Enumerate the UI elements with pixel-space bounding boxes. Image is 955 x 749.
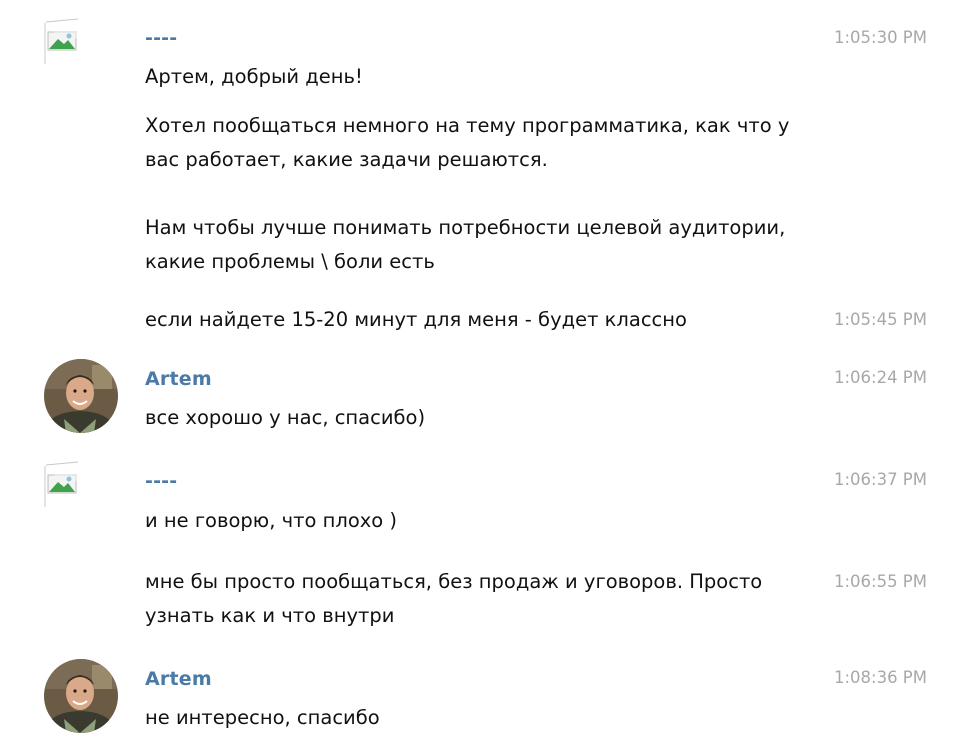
- message-timestamp: 1:06:24 PM: [833, 368, 927, 387]
- broken-image-icon[interactable]: [44, 461, 92, 509]
- message-timestamp: 1:08:36 PM: [833, 668, 927, 687]
- user-avatar[interactable]: [44, 359, 118, 433]
- sender-name[interactable]: ----: [145, 470, 177, 492]
- sender-name[interactable]: Artem: [145, 368, 212, 390]
- user-avatar[interactable]: [44, 659, 118, 733]
- broken-image-icon[interactable]: [44, 18, 92, 66]
- message-text: Хотел пообщаться немного на тему програм…: [145, 114, 790, 273]
- message-text: все хорошо у нас, спасибо): [145, 406, 426, 429]
- sender-name[interactable]: Artem: [145, 668, 212, 690]
- message-text: мне бы просто пообщаться, без продаж и у…: [145, 570, 763, 627]
- message-text: если найдете 15-20 минут для меня - буде…: [145, 308, 687, 331]
- message-timestamp: 1:06:37 PM: [833, 470, 927, 489]
- message-text: и не говорю, что плохо ): [145, 509, 398, 532]
- message-timestamp: 1:05:45 PM: [833, 310, 927, 329]
- sender-name[interactable]: ----: [145, 27, 177, 49]
- message-text: не интересно, спасибо: [145, 706, 380, 729]
- message-timestamp: 1:06:55 PM: [833, 572, 927, 591]
- message-timestamp: 1:05:30 PM: [833, 28, 927, 47]
- message-text: Артем, добрый день!: [145, 65, 363, 88]
